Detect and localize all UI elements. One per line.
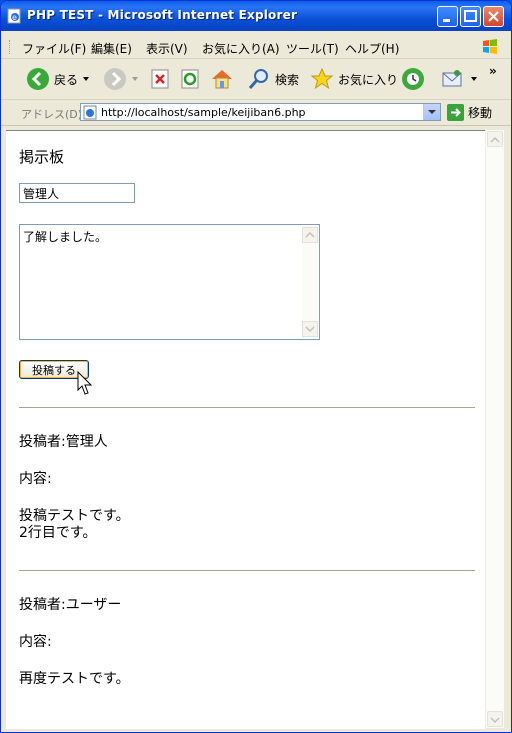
menu-favorites[interactable]: お気に入り(A): [202, 40, 280, 57]
star-icon: [310, 67, 334, 90]
scroll-up-icon: [490, 136, 500, 143]
back-label: 戻る: [54, 72, 79, 87]
chevron-down-icon: [428, 110, 436, 114]
chevron-down-icon[interactable]: [470, 75, 478, 83]
post-line: 投稿テストです。: [19, 508, 130, 524]
refresh-icon: [181, 69, 199, 89]
scroll-up-button[interactable]: [487, 131, 503, 147]
menu-edit[interactable]: 編集(E): [91, 40, 132, 57]
post-line: 再度テストです。: [19, 671, 130, 687]
mouse-cursor-icon: [77, 371, 93, 395]
divider: [19, 407, 475, 408]
menu-file[interactable]: ファイル(F): [22, 40, 86, 57]
address-input[interactable]: http://localhost/sample/keijiban6.php: [80, 103, 441, 121]
menu-bar: ファイル(F) 編集(E) 表示(V) お気に入り(A) ツール(T) ヘルプ(…: [1, 34, 511, 59]
home-icon: [212, 70, 232, 89]
history-icon: [402, 68, 424, 90]
stop-button[interactable]: [149, 65, 171, 93]
title-bar[interactable]: e PHP TEST - Microsoft Internet Explorer: [1, 1, 511, 31]
close-icon: [488, 11, 499, 22]
address-label: アドレス(D): [21, 108, 83, 121]
post-author: 投稿者:ユーザー: [19, 597, 122, 613]
message-textarea[interactable]: 了解しました。: [19, 224, 320, 340]
scroll-down-button[interactable]: [487, 711, 503, 727]
address-dropdown[interactable]: [423, 104, 440, 120]
address-bar: アドレス(D) http://localhost/sample/keijiban…: [1, 100, 511, 126]
scroll-down-icon: [490, 717, 500, 724]
menu-view[interactable]: 表示(V): [146, 40, 188, 57]
forward-button[interactable]: [103, 65, 139, 93]
page-title: 掲示板: [19, 148, 65, 166]
favorites-label: お気に入り: [338, 72, 399, 87]
post-content-label: 内容:: [19, 634, 52, 650]
minimize-icon: [443, 19, 450, 22]
maximize-button[interactable]: [460, 6, 481, 27]
stop-icon: [151, 69, 169, 89]
refresh-button[interactable]: [179, 65, 201, 93]
menu-grip: [9, 40, 12, 54]
search-icon: [248, 69, 268, 89]
svg-text:e: e: [12, 13, 17, 22]
home-button[interactable]: [210, 65, 234, 93]
menu-help[interactable]: ヘルプ(H): [345, 40, 399, 57]
favorites-button[interactable]: お気に入り: [310, 65, 398, 93]
ie-icon: e: [7, 8, 21, 24]
divider: [19, 570, 475, 571]
textarea-scrollbar[interactable]: [302, 226, 318, 338]
maximize-icon: [464, 10, 477, 22]
minimize-button[interactable]: [437, 6, 458, 27]
mail-icon: [442, 70, 462, 87]
history-button[interactable]: [400, 65, 426, 93]
page-scrollbar[interactable]: [485, 130, 504, 728]
page-content: 掲示板 了解しました。 投稿する 投稿者:管理人 内容: 投稿テストです。 2行…: [6, 130, 485, 729]
menu-tools[interactable]: ツール(T): [286, 40, 339, 57]
forward-arrow-icon: [104, 68, 126, 90]
toolbar-overflow[interactable]: »: [489, 57, 497, 85]
name-input[interactable]: [19, 183, 135, 203]
chevron-down-icon[interactable]: [131, 75, 139, 83]
go-label: 移動: [468, 106, 493, 120]
back-arrow-icon: [27, 68, 49, 90]
message-text: 了解しました。: [23, 230, 108, 244]
mail-button[interactable]: [440, 65, 478, 93]
post-author: 投稿者:管理人: [19, 434, 108, 450]
search-label: 検索: [275, 72, 300, 87]
search-button[interactable]: 検索: [247, 65, 299, 93]
post-line: 2行目です。: [19, 525, 97, 541]
window-title: PHP TEST - Microsoft Internet Explorer: [27, 8, 298, 22]
go-button[interactable]: 移動: [447, 104, 492, 121]
scroll-down-icon[interactable]: [302, 321, 318, 337]
back-button[interactable]: 戻る: [26, 65, 90, 93]
page-icon: [83, 105, 97, 120]
go-arrow-icon: [447, 104, 464, 121]
post-content-label: 内容:: [19, 471, 52, 487]
windows-logo-icon: [483, 39, 497, 54]
browser-window: e PHP TEST - Microsoft Internet Explorer…: [0, 0, 512, 733]
scroll-up-icon[interactable]: [302, 227, 318, 243]
toolbar: 戻る 検索 お気に入り »: [1, 59, 511, 100]
close-button[interactable]: [483, 6, 504, 27]
address-url: http://localhost/sample/keijiban6.php: [101, 106, 306, 119]
chevron-down-icon[interactable]: [82, 75, 90, 83]
